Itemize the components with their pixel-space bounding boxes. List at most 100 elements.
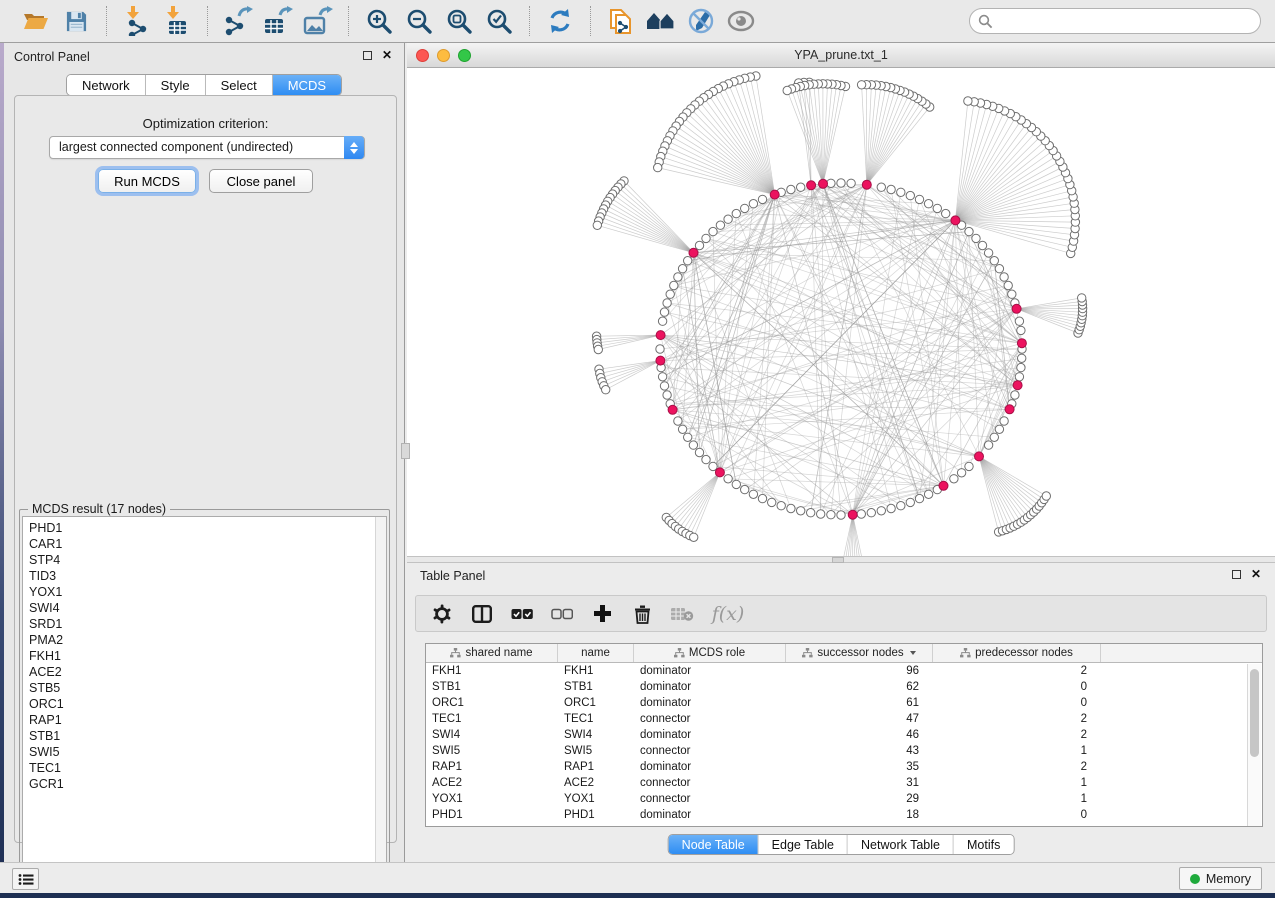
- column-header-successor-nodes[interactable]: successor nodes: [786, 644, 933, 662]
- trash-icon: [634, 604, 651, 624]
- mcds-result-item[interactable]: ORC1: [23, 696, 386, 712]
- annotation-mode-button[interactable]: [683, 3, 719, 39]
- table-row[interactable]: ACE2ACE2connector311: [426, 775, 1262, 791]
- tab-edge-table[interactable]: Edge Table: [759, 835, 848, 854]
- table-scrollbar[interactable]: [1247, 664, 1261, 827]
- mcds-result-item[interactable]: GCR1: [23, 776, 386, 792]
- close-window-icon[interactable]: [416, 49, 429, 62]
- tab-motifs[interactable]: Motifs: [954, 835, 1013, 854]
- column-header-shared-name[interactable]: shared name: [426, 644, 558, 662]
- maximize-window-icon[interactable]: [458, 49, 471, 62]
- tab-mcds[interactable]: MCDS: [273, 75, 341, 95]
- search-field-wrap: [969, 8, 1261, 34]
- show-hide-button[interactable]: [723, 3, 759, 39]
- mcds-list-scrollbar[interactable]: [375, 517, 386, 877]
- clone-network-button[interactable]: [603, 3, 639, 39]
- table-cell: 61: [786, 695, 933, 711]
- table-cell: SWI4: [426, 727, 558, 743]
- home-button[interactable]: [643, 3, 679, 39]
- zoom-out-button[interactable]: [401, 3, 437, 39]
- mcds-result-item[interactable]: YOX1: [23, 584, 386, 600]
- plus-icon: [593, 604, 612, 623]
- import-table-button[interactable]: [159, 3, 195, 39]
- save-session-button[interactable]: [58, 3, 94, 39]
- show-column-panel-button[interactable]: [470, 602, 494, 626]
- zoom-in-button[interactable]: [361, 3, 397, 39]
- mcds-result-item[interactable]: RAP1: [23, 712, 386, 728]
- tab-select[interactable]: Select: [206, 75, 273, 95]
- column-header-name[interactable]: name: [558, 644, 634, 662]
- vertical-splitter-handle[interactable]: [401, 443, 410, 459]
- create-column-button[interactable]: [590, 602, 614, 626]
- table-row[interactable]: SWI4SWI4dominator462: [426, 727, 1262, 743]
- mcds-result-item[interactable]: SWI5: [23, 744, 386, 760]
- zoom-fit-button[interactable]: [441, 3, 477, 39]
- tab-node-table[interactable]: Node Table: [669, 835, 759, 854]
- tab-network-table[interactable]: Network Table: [848, 835, 954, 854]
- mcds-result-item[interactable]: STB5: [23, 680, 386, 696]
- table-settings-button[interactable]: [430, 602, 454, 626]
- control-panel-title: Control Panel: [14, 50, 90, 64]
- table-row[interactable]: FKH1FKH1dominator962: [426, 663, 1262, 679]
- import-network-button[interactable]: [119, 3, 155, 39]
- network-window-titlebar[interactable]: YPA_prune.txt_1: [407, 43, 1275, 68]
- run-mcds-button[interactable]: Run MCDS: [98, 169, 196, 193]
- mcds-result-item[interactable]: ACE2: [23, 664, 386, 680]
- close-table-panel-icon[interactable]: ✕: [1251, 570, 1261, 579]
- control-panel-tabs: NetworkStyleSelectMCDS: [66, 74, 342, 96]
- table-row[interactable]: RAP1RAP1dominator352: [426, 759, 1262, 775]
- task-history-button[interactable]: [12, 868, 39, 890]
- mcds-result-item[interactable]: PHD1: [23, 520, 386, 536]
- mcds-result-item[interactable]: PMA2: [23, 632, 386, 648]
- tab-style[interactable]: Style: [146, 75, 206, 95]
- table-row[interactable]: SWI5SWI5connector431: [426, 743, 1262, 759]
- table-row[interactable]: ORC1ORC1dominator610: [426, 695, 1262, 711]
- delete-column-button[interactable]: [630, 602, 654, 626]
- mcds-result-item[interactable]: STB1: [23, 728, 386, 744]
- eye-icon: [727, 10, 755, 32]
- mcds-result-item[interactable]: TID3: [23, 568, 386, 584]
- node-table[interactable]: shared namenameMCDS rolesuccessor nodesp…: [425, 643, 1263, 827]
- close-panel-icon[interactable]: ✕: [382, 51, 392, 60]
- table-row[interactable]: YOX1YOX1connector291: [426, 791, 1262, 807]
- table-header-row: shared namenameMCDS rolesuccessor nodesp…: [426, 644, 1262, 663]
- table-row[interactable]: TEC1TEC1connector472: [426, 711, 1262, 727]
- close-panel-button[interactable]: Close panel: [209, 169, 313, 193]
- float-panel-icon[interactable]: [363, 51, 372, 60]
- open-file-button[interactable]: [18, 3, 54, 39]
- mcds-result-item[interactable]: STP4: [23, 552, 386, 568]
- mcds-result-item[interactable]: CAR1: [23, 536, 386, 552]
- table-cell: 0: [933, 807, 1101, 823]
- deselect-all-button[interactable]: [550, 602, 574, 626]
- column-header-MCDS-role[interactable]: MCDS role: [634, 644, 786, 662]
- optimization-criterion-dropdown[interactable]: largest connected component (undirected): [49, 136, 365, 159]
- minimize-window-icon[interactable]: [437, 49, 450, 62]
- float-table-panel-icon[interactable]: [1232, 570, 1241, 579]
- select-all-button[interactable]: [510, 602, 534, 626]
- mcds-result-item[interactable]: TEC1: [23, 760, 386, 776]
- table-row[interactable]: PHD1PHD1dominator180: [426, 807, 1262, 823]
- export-table-button[interactable]: [260, 3, 296, 39]
- refresh-button[interactable]: [542, 3, 578, 39]
- mcds-result-item[interactable]: FKH1: [23, 648, 386, 664]
- import-table-icon: [164, 6, 190, 36]
- search-input[interactable]: [969, 8, 1261, 34]
- column-header-predecessor-nodes[interactable]: predecessor nodes: [933, 644, 1101, 662]
- table-cell: dominator: [634, 663, 786, 679]
- table-cell: 31: [786, 775, 933, 791]
- mcds-result-list[interactable]: PHD1CAR1STP4TID3YOX1SWI4SRD1PMA2FKH1ACE2…: [22, 516, 387, 878]
- desktop-wallpaper-strip: [0, 893, 1275, 898]
- table-panel-title: Table Panel: [420, 569, 485, 583]
- export-network-button[interactable]: [220, 3, 256, 39]
- network-canvas[interactable]: [407, 68, 1275, 556]
- mcds-result-item[interactable]: SRD1: [23, 616, 386, 632]
- mcds-result-item[interactable]: SWI4: [23, 600, 386, 616]
- tab-network[interactable]: Network: [67, 75, 146, 95]
- horizontal-splitter[interactable]: [407, 556, 1275, 563]
- export-image-button[interactable]: [300, 3, 336, 39]
- table-scrollbar-thumb[interactable]: [1250, 669, 1259, 757]
- memory-button[interactable]: Memory: [1179, 867, 1262, 890]
- table-row[interactable]: STB1STB1dominator620: [426, 679, 1262, 695]
- zoom-selected-button[interactable]: [481, 3, 517, 39]
- memory-label: Memory: [1206, 872, 1251, 886]
